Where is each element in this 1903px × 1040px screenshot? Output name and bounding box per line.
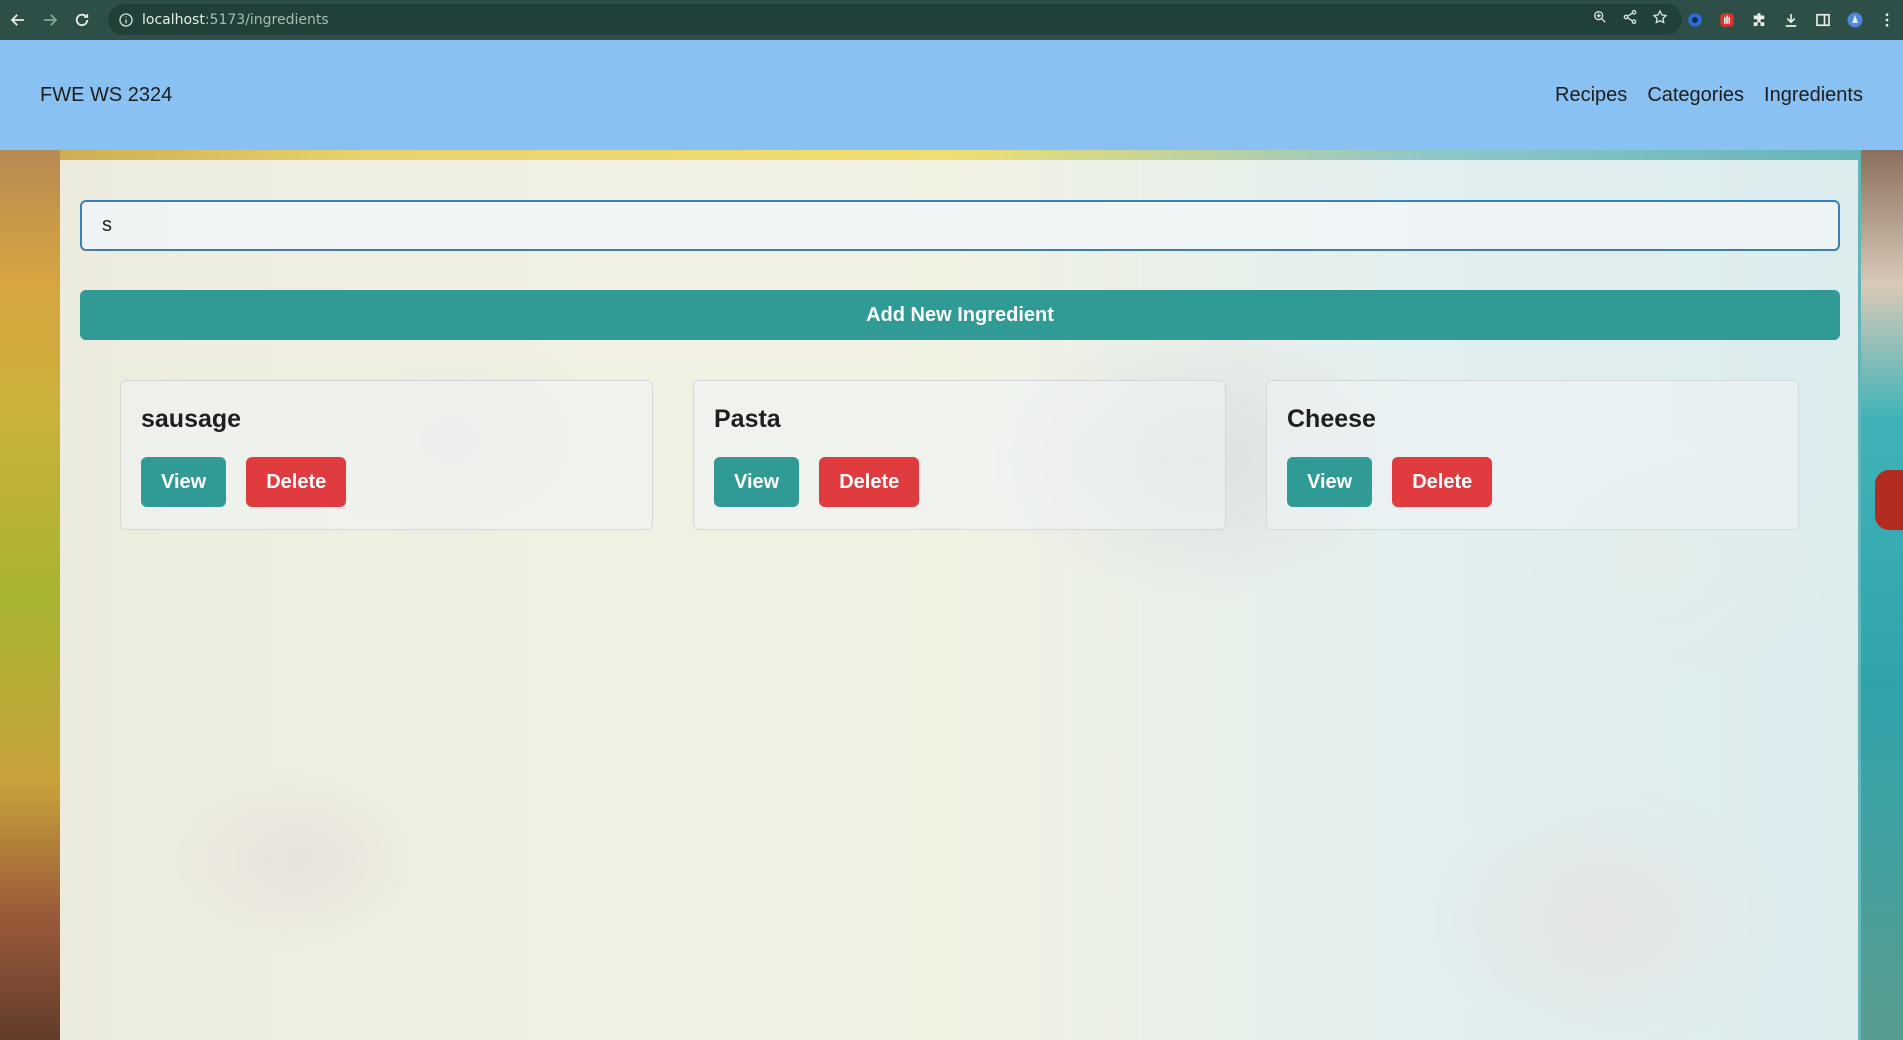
ingredient-card: sausage View Delete [120,380,653,530]
ingredients-panel: Add New Ingredient sausage View Delete P… [60,160,1858,1040]
main-nav: Recipes Categories Ingredients [1555,84,1863,107]
app-header: FWE WS 2324 Recipes Categories Ingredien… [0,40,1903,150]
extension-icon[interactable] [1717,10,1737,30]
sidebar-icon[interactable] [1813,10,1833,30]
delete-button[interactable]: Delete [1392,457,1493,507]
nav-categories[interactable]: Categories [1647,84,1744,107]
background-edge-left [0,150,60,1040]
info-icon[interactable] [118,12,134,28]
extension-icon[interactable] [1749,10,1769,30]
ingredient-name: Cheese [1287,405,1376,433]
search-input[interactable] [80,200,1840,251]
nav-ingredients[interactable]: Ingredients [1764,84,1863,107]
browser-toolbar: localhost:5173/ingredients [0,0,1903,40]
delete-button[interactable]: Delete [819,457,920,507]
ingredient-card: Cheese View Delete [1266,380,1799,530]
view-button[interactable]: View [714,457,800,507]
card-actions: View Delete [141,457,632,507]
view-button[interactable]: View [1287,457,1373,507]
profile-icon[interactable] [1845,10,1865,30]
star-icon[interactable] [1652,9,1668,30]
background-edge-right [1861,150,1903,1040]
add-ingredient-button[interactable]: Add New Ingredient [80,290,1840,340]
page-viewport: FWE WS 2324 Recipes Categories Ingredien… [0,40,1903,1040]
brand-title[interactable]: FWE WS 2324 [40,84,172,107]
address-bar[interactable]: localhost:5173/ingredients [108,4,1682,35]
extension-icon[interactable] [1685,10,1705,30]
card-actions: View Delete [714,457,1205,507]
reload-icon[interactable] [68,6,96,34]
back-icon[interactable] [4,6,32,34]
card-actions: View Delete [1287,457,1778,507]
ingredient-name: Pasta [714,405,781,433]
view-button[interactable]: View [141,457,227,507]
delete-button[interactable]: Delete [246,457,347,507]
nav-recipes[interactable]: Recipes [1555,84,1627,107]
forward-icon[interactable] [36,6,64,34]
url-text[interactable]: localhost:5173/ingredients [142,12,329,28]
ingredient-list: sausage View Delete Pasta View Delete Ch… [120,380,1800,530]
ingredient-card: Pasta View Delete [693,380,1226,530]
menu-icon[interactable] [1877,10,1897,30]
ingredient-name: sausage [141,405,242,433]
zoom-icon[interactable] [1592,9,1608,30]
share-icon[interactable] [1622,9,1638,30]
download-icon[interactable] [1781,10,1801,30]
